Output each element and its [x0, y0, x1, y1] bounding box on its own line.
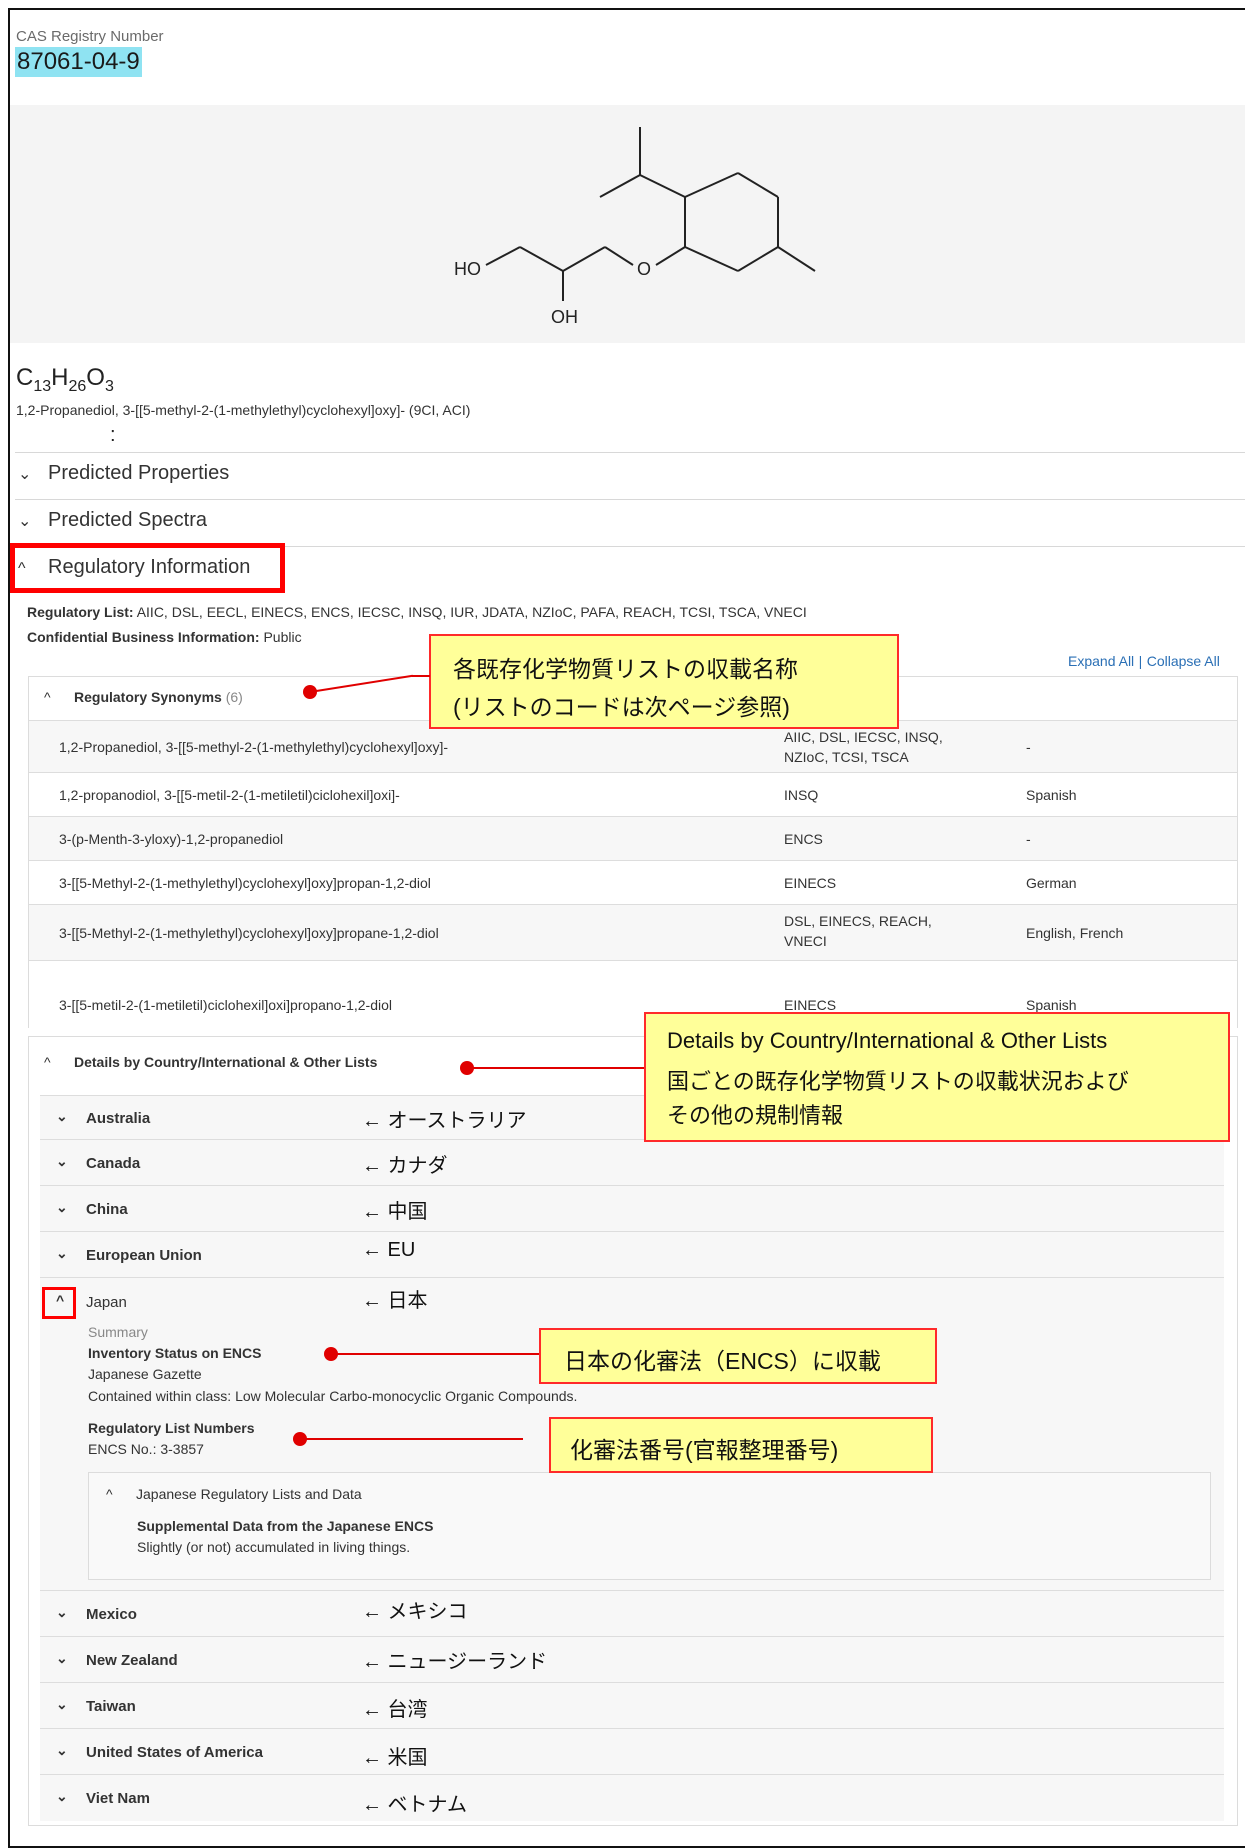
annotation-taiwan: ← 台湾 [362, 1699, 428, 1721]
chevron-down-icon: ⌄ [56, 1788, 68, 1804]
annotation-viet-nam: ← ベトナム [362, 1794, 467, 1816]
cas-number: 87061-04-9 [15, 47, 142, 77]
japanese-gazette: Japanese Gazette [88, 1366, 202, 1382]
table-row: 3-[[5-Methyl-2-(1-methylethyl)cyclohexyl… [29, 904, 1237, 961]
note-encs: 日本の化審法（ENCS）に収載 [539, 1328, 937, 1384]
japanese-regulatory-header[interactable]: ^ Japanese Regulatory Lists and Data [106, 1486, 362, 1502]
collapse-all-link[interactable]: Collapse All [1147, 653, 1220, 669]
chemical-structure: O HO OH [454, 127, 816, 327]
atom-oh: OH [551, 307, 578, 327]
annotation-eu: ← EU [362, 1239, 416, 1261]
note-synonyms: 各既存化学物質リストの収載名称 (リストのコードは次ページ参照) [429, 634, 899, 729]
encs-class: Contained within class: Low Molecular Ca… [88, 1388, 578, 1404]
regulatory-list-numbers-title: Regulatory List Numbers [88, 1420, 255, 1436]
country-row-canada[interactable]: ⌄ Canada [40, 1139, 1224, 1186]
supplemental-data-text: Slightly (or not) accumulated in living … [137, 1539, 411, 1555]
japan-summary-label: Summary [88, 1324, 148, 1340]
regulatory-list: Regulatory List: AIIC, DSL, EECL, EINECS… [27, 604, 807, 620]
synonyms-header[interactable]: ^ Regulatory Synonyms (6) [44, 689, 243, 705]
table-row: 3-[[5-Methyl-2-(1-methylethyl)cyclohexyl… [29, 860, 1237, 905]
chevron-down-icon: ⌄ [56, 1650, 68, 1666]
table-row: 3-(p-Menth-3-yloxy)-1,2-propanediol ENCS - [29, 816, 1237, 861]
chevron-up-icon: ^ [44, 689, 51, 705]
chevron-down-icon: ⌄ [18, 513, 32, 530]
index-name: 1,2-Propanediol, 3-[[5-methyl-2-(1-methy… [16, 402, 471, 418]
cas-label: CAS Registry Number [16, 28, 164, 45]
chevron-up-icon: ^ [106, 1486, 113, 1502]
note-encs-number: 化審法番号(官報整理番号) [549, 1417, 933, 1473]
expand-collapse-links: Expand All | Collapse All [1068, 653, 1220, 669]
annotation-canada: ← カナダ [362, 1155, 448, 1177]
atom-ho: HO [454, 259, 481, 279]
details-header[interactable]: ^ Details by Country/International & Othe… [44, 1054, 377, 1070]
chevron-down-icon: ⌄ [18, 466, 32, 483]
structure-panel: O HO OH [10, 105, 1245, 343]
colon-separator: : [110, 424, 116, 446]
country-row-new-zealand[interactable]: ⌄ New Zealand [40, 1636, 1224, 1683]
chevron-down-icon: ⌄ [56, 1245, 68, 1261]
table-row: 1,2-propanodiol, 3-[[5-metil-2-(1-metile… [29, 772, 1237, 817]
chevron-down-icon: ⌄ [56, 1153, 68, 1169]
pointer-line [331, 1353, 539, 1355]
highlight-box-japan [42, 1287, 76, 1319]
chevron-down-icon: ⌄ [56, 1604, 68, 1620]
annotation-japan: ← 日本 [362, 1290, 428, 1312]
country-row-viet-nam[interactable]: ⌄ Viet Nam [40, 1774, 1224, 1821]
molecular-formula: C13H26O3 [16, 364, 114, 395]
inventory-status-title: Inventory Status on ENCS [88, 1345, 262, 1361]
divider [15, 452, 1245, 453]
supplemental-data-title: Supplemental Data from the Japanese ENCS [137, 1518, 434, 1534]
country-row-usa[interactable]: ⌄ United States of America [40, 1728, 1224, 1775]
chevron-down-icon: ⌄ [56, 1742, 68, 1758]
annotation-new-zealand: ← ニュージーランド [362, 1651, 548, 1673]
chevron-down-icon: ⌄ [56, 1108, 68, 1124]
pointer-line [300, 1438, 523, 1440]
note-details: Details by Country/International & Other… [644, 1012, 1230, 1142]
country-row-china[interactable]: ⌄ China [40, 1185, 1224, 1232]
annotation-usa: ← 米国 [362, 1747, 428, 1769]
section-predicted-properties[interactable]: ⌄ Predicted Properties [18, 462, 229, 485]
pointer-line [412, 675, 430, 677]
chevron-down-icon: ⌄ [56, 1199, 68, 1215]
country-row-mexico[interactable]: ⌄ Mexico [40, 1590, 1224, 1637]
pointer-line [467, 1067, 644, 1069]
encs-number: ENCS No.: 3-3857 [88, 1441, 204, 1457]
annotation-mexico: ← メキシコ [362, 1601, 468, 1623]
divider [15, 499, 1245, 500]
confidential-business-info: Confidential Business Information: Publi… [27, 629, 302, 645]
annotation-china: ← 中国 [362, 1201, 428, 1223]
expand-all-link[interactable]: Expand All [1068, 653, 1134, 669]
country-row-european-union[interactable]: ⌄ European Union [40, 1231, 1224, 1278]
chevron-down-icon: ⌄ [56, 1696, 68, 1712]
section-predicted-spectra[interactable]: ⌄ Predicted Spectra [18, 509, 207, 532]
annotation-australia: ← オーストラリア [362, 1110, 527, 1132]
atom-o: O [637, 259, 651, 279]
highlight-box-regulatory [10, 543, 285, 593]
country-row-taiwan[interactable]: ⌄ Taiwan [40, 1682, 1224, 1729]
chevron-up-icon: ^ [44, 1054, 51, 1070]
